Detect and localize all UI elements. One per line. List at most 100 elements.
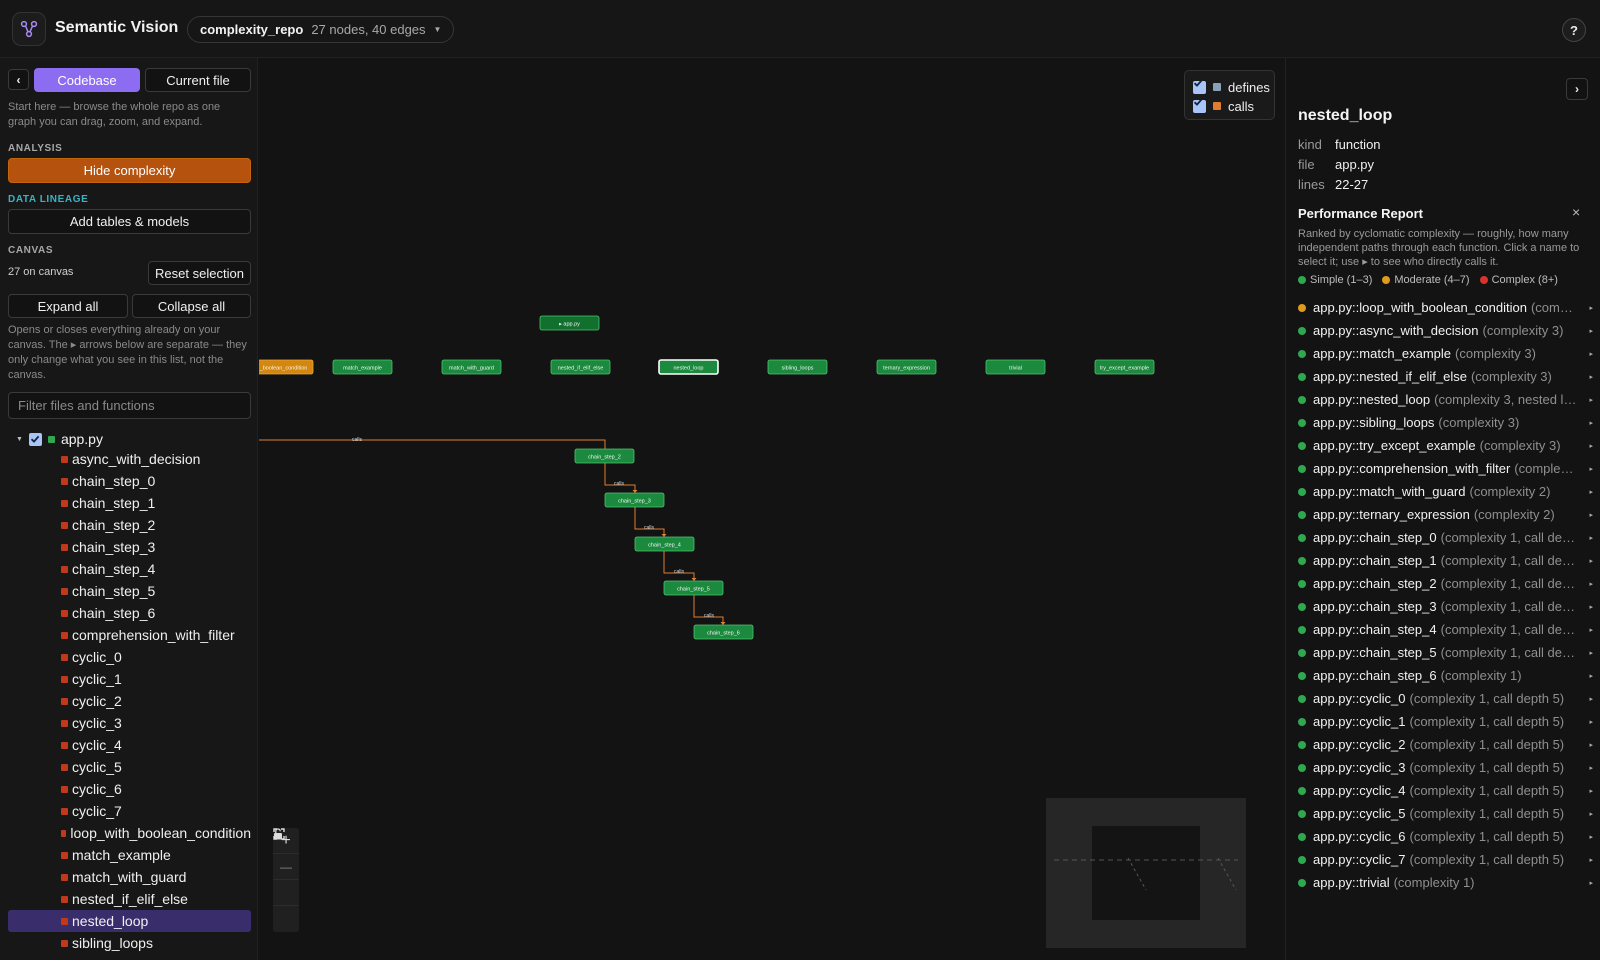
report-item[interactable]: app.py::cyclic_7 (complexity 1, call dept… xyxy=(1298,848,1593,871)
tree-item[interactable]: chain_step_4 xyxy=(8,558,251,580)
lock-button[interactable] xyxy=(273,828,299,932)
hide-complexity-button[interactable]: Hide complexity xyxy=(8,158,251,183)
report-item[interactable]: app.py::chain_step_2 (complexity 1, call … xyxy=(1298,572,1593,595)
tree-item[interactable]: comprehension_with_filter xyxy=(8,624,251,646)
sidebar-collapse-button[interactable]: ‹ xyxy=(8,69,29,90)
show-callers-icon[interactable]: ▸ xyxy=(1579,373,1593,381)
show-callers-icon[interactable]: ▸ xyxy=(1579,511,1593,519)
report-item-name[interactable]: app.py::nested_loop xyxy=(1313,392,1430,407)
help-button[interactable]: ? xyxy=(1562,18,1586,42)
show-callers-icon[interactable]: ▸ xyxy=(1579,465,1593,473)
report-item-name[interactable]: app.py::nested_if_elif_else xyxy=(1313,369,1467,384)
collapse-all-button[interactable]: Collapse all xyxy=(132,294,251,318)
graph-node[interactable]: chain_step_4 xyxy=(634,536,695,552)
report-item-name[interactable]: app.py::chain_step_1 xyxy=(1313,553,1437,568)
tree-item[interactable]: chain_step_2 xyxy=(8,514,251,536)
tree-item[interactable]: cyclic_1 xyxy=(8,668,251,690)
show-callers-icon[interactable]: ▸ xyxy=(1579,626,1593,634)
show-callers-icon[interactable]: ▸ xyxy=(1579,695,1593,703)
tree-item[interactable]: loop_with_boolean_condition xyxy=(8,822,251,844)
graph-node[interactable]: try_except_example xyxy=(1094,359,1155,375)
legend-defines[interactable]: defines xyxy=(1193,78,1270,96)
checkbox-calls[interactable] xyxy=(1193,98,1206,113)
show-callers-icon[interactable]: ▸ xyxy=(1579,442,1593,450)
report-item-name[interactable]: app.py::chain_step_0 xyxy=(1313,530,1437,545)
report-item-name[interactable]: app.py::chain_step_2 xyxy=(1313,576,1437,591)
app-logo-icon[interactable] xyxy=(12,12,46,46)
show-callers-icon[interactable]: ▸ xyxy=(1579,833,1593,841)
graph-node[interactable]: ▸ app.py xyxy=(539,315,600,331)
report-item[interactable]: app.py::cyclic_6 (complexity 1, call dept… xyxy=(1298,825,1593,848)
show-callers-icon[interactable]: ▸ xyxy=(1579,327,1593,335)
show-callers-icon[interactable]: ▸ xyxy=(1579,879,1593,887)
report-item-name[interactable]: app.py::cyclic_4 xyxy=(1313,783,1406,798)
report-item[interactable]: app.py::nested_if_elif_else (complexity 3… xyxy=(1298,365,1593,388)
report-item[interactable]: app.py::match_example (complexity 3) ▸ xyxy=(1298,342,1593,365)
tree-item[interactable]: cyclic_5 xyxy=(8,756,251,778)
report-item-name[interactable]: app.py::chain_step_5 xyxy=(1313,645,1437,660)
repo-selector[interactable]: complexity_repo 27 nodes, 40 edges ▼ xyxy=(187,16,455,43)
show-callers-icon[interactable]: ▸ xyxy=(1579,672,1593,680)
report-item-name[interactable]: app.py::match_example xyxy=(1313,346,1451,361)
minimap[interactable] xyxy=(1046,798,1246,948)
show-callers-icon[interactable]: ▸ xyxy=(1579,649,1593,657)
report-item-name[interactable]: app.py::cyclic_1 xyxy=(1313,714,1406,729)
show-callers-icon[interactable]: ▸ xyxy=(1579,304,1593,312)
report-item[interactable]: app.py::cyclic_5 (complexity 1, call dept… xyxy=(1298,802,1593,825)
show-callers-icon[interactable]: ▸ xyxy=(1579,856,1593,864)
graph-node[interactable]: chain_step_3 xyxy=(604,492,665,508)
graph-canvas[interactable]: calls calls calls calls calls ▸ app.py _boolea… xyxy=(259,58,1284,960)
graph-node[interactable]: nested_loop xyxy=(658,359,719,375)
report-item[interactable]: app.py::nested_loop (complexity 3, nested… xyxy=(1298,388,1593,411)
report-item[interactable]: app.py::comprehension_with_filter (comple… xyxy=(1298,457,1593,480)
report-item[interactable]: app.py::chain_step_1 (complexity 1, call … xyxy=(1298,549,1593,572)
report-item[interactable]: app.py::chain_step_3 (complexity 1, call … xyxy=(1298,595,1593,618)
tree-item[interactable]: chain_step_0 xyxy=(8,470,251,492)
tree-item[interactable]: cyclic_6 xyxy=(8,778,251,800)
show-callers-icon[interactable]: ▸ xyxy=(1579,787,1593,795)
report-item[interactable]: app.py::cyclic_1 (complexity 1, call dept… xyxy=(1298,710,1593,733)
report-item-name[interactable]: app.py::chain_step_6 xyxy=(1313,668,1437,683)
legend-calls[interactable]: calls xyxy=(1193,97,1254,115)
graph-node[interactable]: chain_step_2 xyxy=(574,448,635,464)
graph-node[interactable]: chain_step_6 xyxy=(693,624,754,640)
show-callers-icon[interactable]: ▸ xyxy=(1579,488,1593,496)
show-callers-icon[interactable]: ▸ xyxy=(1579,419,1593,427)
expand-all-button[interactable]: Expand all xyxy=(8,294,128,318)
report-item[interactable]: app.py::cyclic_2 (complexity 1, call dept… xyxy=(1298,733,1593,756)
report-item-name[interactable]: app.py::cyclic_5 xyxy=(1313,806,1406,821)
show-callers-icon[interactable]: ▸ xyxy=(1579,741,1593,749)
tree-item[interactable]: cyclic_3 xyxy=(8,712,251,734)
show-callers-icon[interactable]: ▸ xyxy=(1579,718,1593,726)
tree-item[interactable]: cyclic_0 xyxy=(8,646,251,668)
tree-item[interactable]: chain_step_1 xyxy=(8,492,251,514)
graph-node[interactable]: ternary_expression xyxy=(876,359,937,375)
filter-input[interactable] xyxy=(8,392,251,419)
close-icon[interactable]: × xyxy=(1572,204,1580,220)
tree-item[interactable]: nested_loop xyxy=(8,910,251,932)
report-item[interactable]: app.py::chain_step_6 (complexity 1) ▸ xyxy=(1298,664,1593,687)
show-callers-icon[interactable]: ▸ xyxy=(1579,603,1593,611)
report-item[interactable]: app.py::async_with_decision (complexity 3… xyxy=(1298,319,1593,342)
tab-codebase[interactable]: Codebase xyxy=(34,68,140,92)
report-item-name[interactable]: app.py::cyclic_0 xyxy=(1313,691,1406,706)
panel-collapse-button[interactable]: › xyxy=(1566,78,1588,100)
tab-current-file[interactable]: Current file xyxy=(145,68,251,92)
tree-item[interactable]: chain_step_3 xyxy=(8,536,251,558)
zoom-out-button[interactable]: — xyxy=(273,854,299,880)
show-callers-icon[interactable]: ▸ xyxy=(1579,396,1593,404)
report-item-name[interactable]: app.py::cyclic_7 xyxy=(1313,852,1406,867)
report-item-name[interactable]: app.py::sibling_loops xyxy=(1313,415,1434,430)
show-callers-icon[interactable]: ▸ xyxy=(1579,810,1593,818)
report-item[interactable]: app.py::try_except_example (complexity 3)… xyxy=(1298,434,1593,457)
graph-node[interactable]: chain_step_5 xyxy=(663,580,724,596)
graph-node[interactable]: _boolean_condition xyxy=(259,359,314,375)
fit-view-button[interactable] xyxy=(273,828,299,906)
tree-item[interactable]: chain_step_5 xyxy=(8,580,251,602)
report-item[interactable]: app.py::cyclic_4 (complexity 1, call dept… xyxy=(1298,779,1593,802)
report-item[interactable]: app.py::loop_with_boolean_condition (comp… xyxy=(1298,296,1593,319)
report-item-name[interactable]: app.py::cyclic_3 xyxy=(1313,760,1406,775)
tree-item[interactable]: chain_step_6 xyxy=(8,602,251,624)
report-item[interactable]: app.py::cyclic_0 (complexity 1, call dept… xyxy=(1298,687,1593,710)
graph-node[interactable]: sibling_loops xyxy=(767,359,828,375)
